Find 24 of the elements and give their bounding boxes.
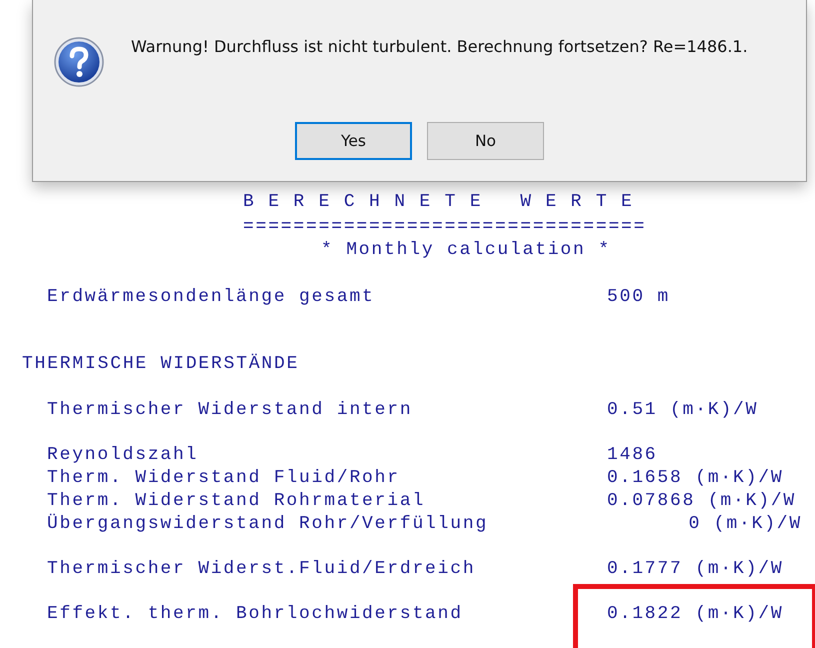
row-label: Therm. Widerstand Fluid/Rohr	[47, 467, 401, 490]
row-label: Thermischer Widerstand intern	[47, 399, 414, 422]
row-label: Erdwärmesondenlänge gesamt	[47, 286, 376, 309]
row-value: 0.51 (m·K)/W	[607, 399, 760, 422]
report-title: B E R E C H N E T E W E R T E	[243, 191, 635, 214]
row-label: Thermischer Widerst.Fluid/Erdreich	[47, 558, 476, 581]
row-value: 0 (m·K)/W	[688, 513, 802, 536]
title-underline: ================================	[243, 216, 648, 239]
row-value: 500 m	[607, 286, 672, 309]
row-value: 0.1777 (m·K)/W	[607, 558, 784, 581]
report-subtitle: * Monthly calculation *	[320, 239, 612, 262]
row-label: Therm. Widerstand Rohrmaterial	[47, 490, 426, 513]
highlighted-value: 0.1822 (m·K)/W	[573, 584, 815, 648]
row-value: 0.1658 (m·K)/W	[607, 467, 784, 490]
row-value: 0.07868 (m·K)/W	[607, 490, 798, 513]
row-label: Übergangswiderstand Rohr/Verfüllung	[47, 513, 490, 536]
row-label: Reynoldszahl	[47, 444, 200, 467]
warning-message: Warnung! Durchfluss ist nicht turbulent. Berechnung fortsetzen? Re=1486.1.	[131, 37, 748, 56]
dialog-button[interactable]: No	[427, 122, 544, 160]
row-label: Effekt. therm. Bohrlochwiderstand	[47, 603, 464, 626]
question-icon	[53, 36, 105, 88]
row-value: 1486	[607, 444, 658, 467]
section-heading: THERMISCHE WIDERSTÄNDE	[21, 353, 300, 376]
dialog-button[interactable]: Yes	[295, 122, 412, 160]
